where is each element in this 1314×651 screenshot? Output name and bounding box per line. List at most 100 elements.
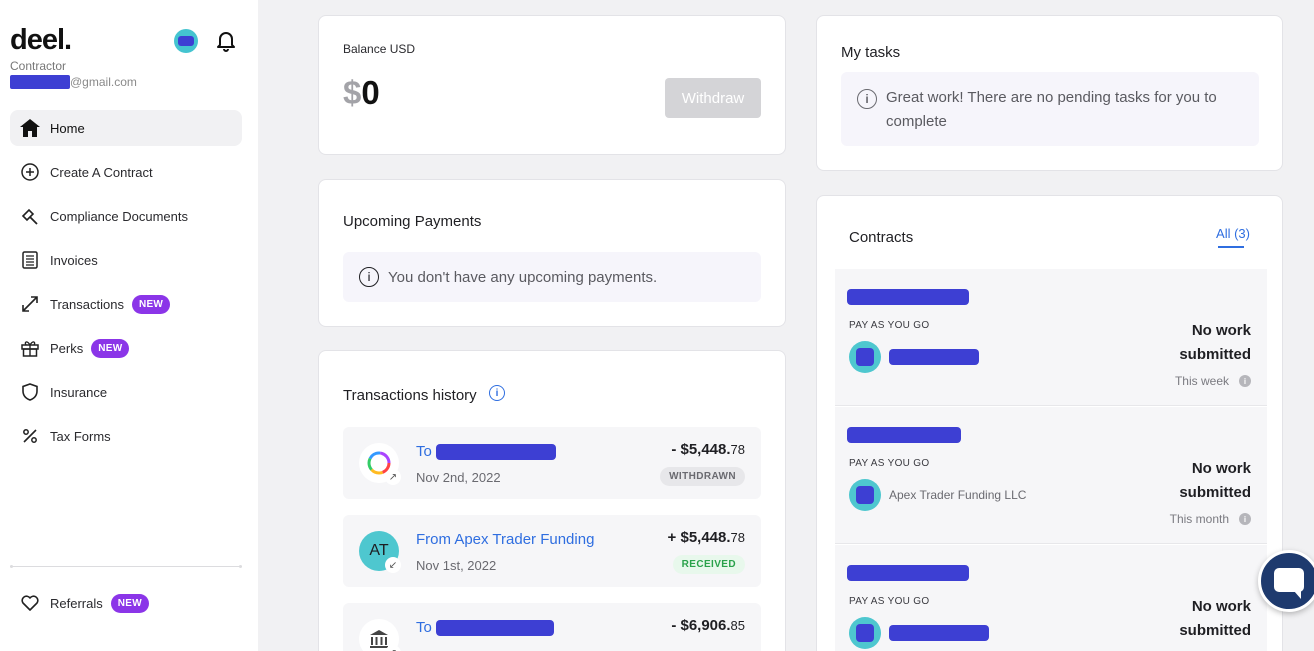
balance-label: Balance USD <box>343 42 416 56</box>
currency-symbol: $ <box>343 74 362 111</box>
sidebar-item-label: Insurance <box>50 384 108 400</box>
avatar <box>849 341 881 373</box>
info-icon[interactable]: i <box>1239 513 1251 525</box>
amount-value: $5,448. <box>680 529 731 546</box>
contract-item[interactable]: PAY AS YOU GO Apex Trader Funding LLC No… <box>835 407 1267 544</box>
my-tasks-message: Great work! There are no pending tasks f… <box>886 89 1217 130</box>
transfer-arrows-icon <box>20 294 40 314</box>
contract-type: PAY AS YOU GO <box>849 596 930 607</box>
contract-type: PAY AS YOU GO <box>849 320 930 331</box>
contract-party <box>849 617 989 649</box>
email-suffix: @gmail.com <box>70 75 137 89</box>
contract-item[interactable]: PAY AS YOU GO No work submitted <box>835 545 1267 651</box>
sidebar-item-label: Invoices <box>50 252 98 268</box>
contract-period: This week i <box>1175 374 1251 388</box>
balance-amount: $0 <box>343 74 380 112</box>
user-avatar[interactable] <box>174 29 198 53</box>
transaction-name[interactable]: To <box>416 619 554 636</box>
info-icon[interactable]: i <box>1239 375 1251 387</box>
sidebar-item-label: Tax Forms <box>50 428 111 444</box>
info-icon: i <box>359 267 379 287</box>
transaction-name-prefix: To <box>416 443 432 460</box>
contract-title-redaction <box>847 565 969 581</box>
sidebar-referrals: Referrals NEW <box>10 585 242 629</box>
transaction-amount: - $5,448.78 <box>671 441 745 458</box>
sidebar-item-compliance-documents[interactable]: Compliance Documents <box>10 198 242 234</box>
transaction-name-prefix: To <box>416 619 432 636</box>
contracts-title: Contracts <box>849 229 914 246</box>
sidebar-item-label: Create A Contract <box>50 164 153 180</box>
sidebar-item-perks[interactable]: Perks NEW <box>10 330 242 366</box>
info-icon[interactable]: i <box>489 385 505 401</box>
withdraw-button[interactable]: Withdraw <box>665 78 761 118</box>
gift-icon <box>20 338 40 358</box>
contract-item[interactable]: PAY AS YOU GO No work submitted This wee… <box>835 269 1267 406</box>
balance-card: Balance USD $0 Withdraw <box>318 15 786 155</box>
new-badge: NEW <box>110 593 149 613</box>
chat-launcher-button[interactable] <box>1258 550 1314 612</box>
transaction-name[interactable]: To <box>416 443 556 460</box>
upcoming-payments-card: Upcoming Payments i You don't have any u… <box>318 179 786 327</box>
my-tasks-title: My tasks <box>841 44 901 61</box>
user-role: Contractor <box>10 59 67 73</box>
amount-sign: + <box>667 529 681 546</box>
avatar-redaction <box>178 36 194 46</box>
transaction-row[interactable]: ↗ To Nov 2nd, 2022 - $5,448.78 WITHDRAWN <box>343 427 761 499</box>
upcoming-payments-message: You don't have any upcoming payments. <box>388 268 658 286</box>
sidebar-nav: Home Create A Contract Compliance Docume… <box>10 110 242 462</box>
sidebar-item-transactions[interactable]: Transactions NEW <box>10 286 242 322</box>
sidebar-item-referrals[interactable]: Referrals NEW <box>10 585 242 621</box>
sidebar-item-label: Perks <box>50 340 84 356</box>
deel-logo[interactable]: deel. <box>10 24 72 57</box>
amount-value: $5,448. <box>680 441 731 458</box>
sidebar-item-insurance[interactable]: Insurance <box>10 374 242 410</box>
contract-status: No work submitted <box>1179 460 1251 501</box>
contract-period: This month i <box>1170 512 1251 526</box>
sidebar-item-label: Transactions <box>50 296 124 312</box>
contract-type: PAY AS YOU GO <box>849 458 930 469</box>
sidebar-item-home[interactable]: Home <box>10 110 242 146</box>
balance-value: 0 <box>361 74 380 111</box>
contracts-card: Contracts All (3) PAY AS YOU GO No work … <box>816 195 1283 651</box>
avatar-redaction <box>856 486 874 504</box>
transaction-row[interactable]: AT ↙ From Apex Trader Funding Nov 1st, 2… <box>343 515 761 587</box>
recipient-redaction <box>435 443 556 460</box>
upcoming-payments-title: Upcoming Payments <box>343 213 482 230</box>
bell-icon[interactable] <box>216 30 236 52</box>
new-badge: NEW <box>91 338 130 358</box>
chat-bubble-icon <box>1274 568 1304 599</box>
contract-status: No work submitted <box>1179 598 1251 639</box>
invoice-icon <box>20 250 40 270</box>
contract-period-label: This week <box>1174 374 1229 388</box>
contract-status: No work submitted <box>1179 322 1251 363</box>
avatar-redaction <box>856 348 874 366</box>
all-contracts-link[interactable]: All (3) <box>1216 226 1250 241</box>
sidebar-item-create-contract[interactable]: Create A Contract <box>10 154 242 190</box>
recipient-redaction <box>435 619 554 636</box>
status-badge: RECEIVED <box>672 555 745 574</box>
amount-cents: 85 <box>730 618 745 633</box>
contract-party <box>849 341 979 373</box>
new-badge: NEW <box>131 294 171 314</box>
contract-party-name: Apex Trader Funding LLC <box>889 488 1027 502</box>
shield-icon <box>20 382 40 402</box>
avatar <box>849 617 881 649</box>
transaction-name[interactable]: From Apex Trader Funding <box>416 531 594 548</box>
sidebar-item-tax-forms[interactable]: Tax Forms <box>10 418 242 454</box>
my-tasks-card: My tasks i Great work! There are no pend… <box>816 15 1283 171</box>
contract-period-label: This month <box>1169 512 1229 526</box>
party-redaction <box>889 349 979 365</box>
sidebar-item-invoices[interactable]: Invoices <box>10 242 242 278</box>
sidebar-item-label: Referrals <box>50 595 103 611</box>
all-contracts-underline <box>1218 246 1244 248</box>
outgoing-arrow-icon: ↗ <box>385 645 401 651</box>
amount-cents: 78 <box>730 442 745 457</box>
transaction-date: Nov 1st, 2022 <box>416 558 497 573</box>
transaction-amount: + $5,448.78 <box>668 529 745 546</box>
transaction-row[interactable]: ↗ To - $6,906.85 <box>343 603 761 651</box>
my-tasks-notice: i Great work! There are no pending tasks… <box>841 72 1259 146</box>
amount-cents: 78 <box>730 530 745 545</box>
transaction-amount: - $6,906.85 <box>671 617 745 634</box>
incoming-arrow-icon: ↙ <box>385 557 401 573</box>
sidebar-item-label: Compliance Documents <box>50 208 189 224</box>
